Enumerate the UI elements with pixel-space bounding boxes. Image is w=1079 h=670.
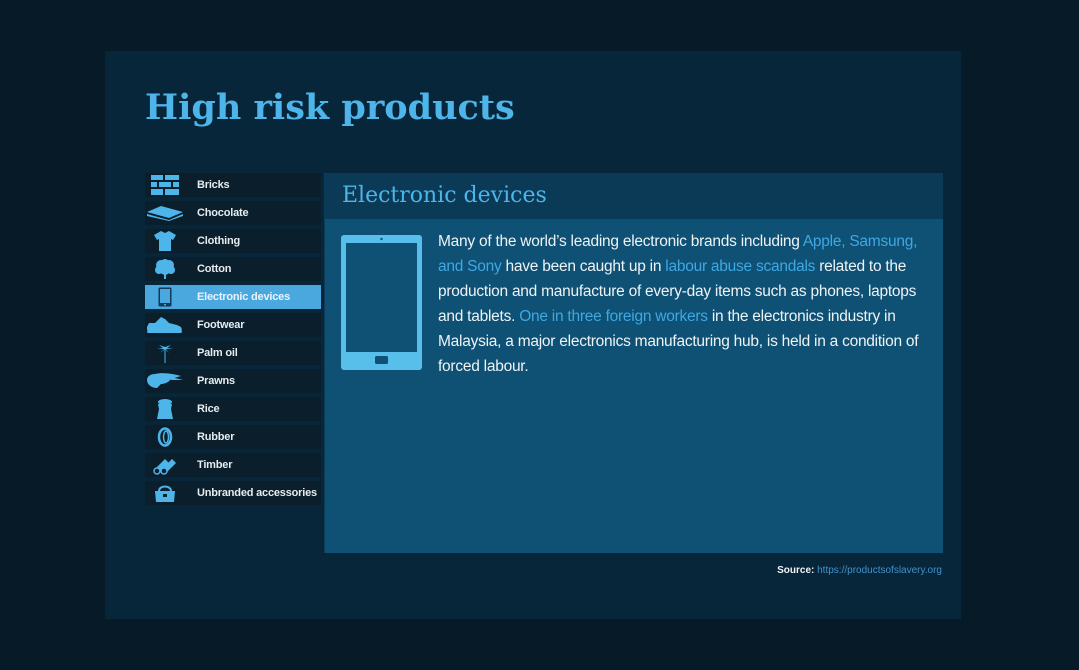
tyre-icon [145,425,185,449]
sidebar-item-label: Timber [197,459,233,471]
sidebar-item-footwear[interactable]: Footwear [145,313,321,337]
sidebar-item-label: Rice [197,403,220,415]
logs-icon [145,453,185,477]
tablet-icon [145,285,185,309]
sidebar-item-prawns[interactable]: Prawns [145,369,321,393]
sneaker-icon [145,313,185,337]
rice-sack-icon [145,397,185,421]
sidebar-item-label: Clothing [197,235,240,247]
panel-header: Electronic devices [325,173,943,219]
labour-abuse-link[interactable]: labour abuse scandals [665,258,815,275]
sidebar-item-rice[interactable]: Rice [145,397,321,421]
product-title: Electronic devices [342,183,547,208]
sidebar-item-label: Unbranded accessories [197,487,317,499]
bricks-icon [145,173,185,197]
sidebar-item-chocolate[interactable]: Chocolate [145,201,321,225]
sidebar-item-label: Palm oil [197,347,238,359]
sidebar-item-label: Bricks [197,179,230,191]
sidebar-item-label: Electronic devices [197,291,291,303]
chocolate-bar-icon [145,201,185,225]
sidebar-item-label: Rubber [197,431,235,443]
description-text: have been caught up in [501,258,666,275]
tshirt-icon [145,229,185,253]
sidebar-item-unbranded-accessories[interactable]: Unbranded accessories [145,481,321,505]
cotton-plant-icon [145,257,185,281]
sidebar-item-electronic-devices[interactable]: Electronic devices [145,285,321,309]
source-link[interactable]: https://productsofslavery.org [817,565,942,576]
sidebar-item-label: Chocolate [197,207,249,219]
source-credit: Source: https://productsofslavery.org [777,565,942,576]
sidebar-item-palm-oil[interactable]: Palm oil [145,341,321,365]
foreign-workers-link[interactable]: One in three foreign workers [519,308,708,325]
sidebar-item-label: Footwear [197,319,245,331]
panel-body: Many of the world’s leading electronic b… [325,219,943,379]
tablet-icon [341,235,422,379]
sidebar-item-cotton[interactable]: Cotton [145,257,321,281]
sidebar-item-clothing[interactable]: Clothing [145,229,321,253]
content-card: High risk products Bricks Chocolate Clot… [105,51,961,619]
sidebar-item-bricks[interactable]: Bricks [145,173,321,197]
handbag-icon [145,481,185,505]
palm-tree-icon [145,341,185,365]
sidebar-item-label: Prawns [197,375,235,387]
sidebar-item-rubber[interactable]: Rubber [145,425,321,449]
sidebar-item-timber[interactable]: Timber [145,453,321,477]
description-text: Many of the world’s leading electronic b… [438,233,803,250]
sidebar-item-label: Cotton [197,263,232,275]
source-label: Source: [777,565,815,576]
product-detail-panel: Electronic devices Many of the world’s l… [324,173,943,553]
product-list: Bricks Chocolate Clothing Cotton Electro… [145,173,321,509]
product-description: Many of the world’s leading electronic b… [438,229,926,379]
prawn-icon [145,369,185,393]
page-title: High risk products [145,87,515,128]
